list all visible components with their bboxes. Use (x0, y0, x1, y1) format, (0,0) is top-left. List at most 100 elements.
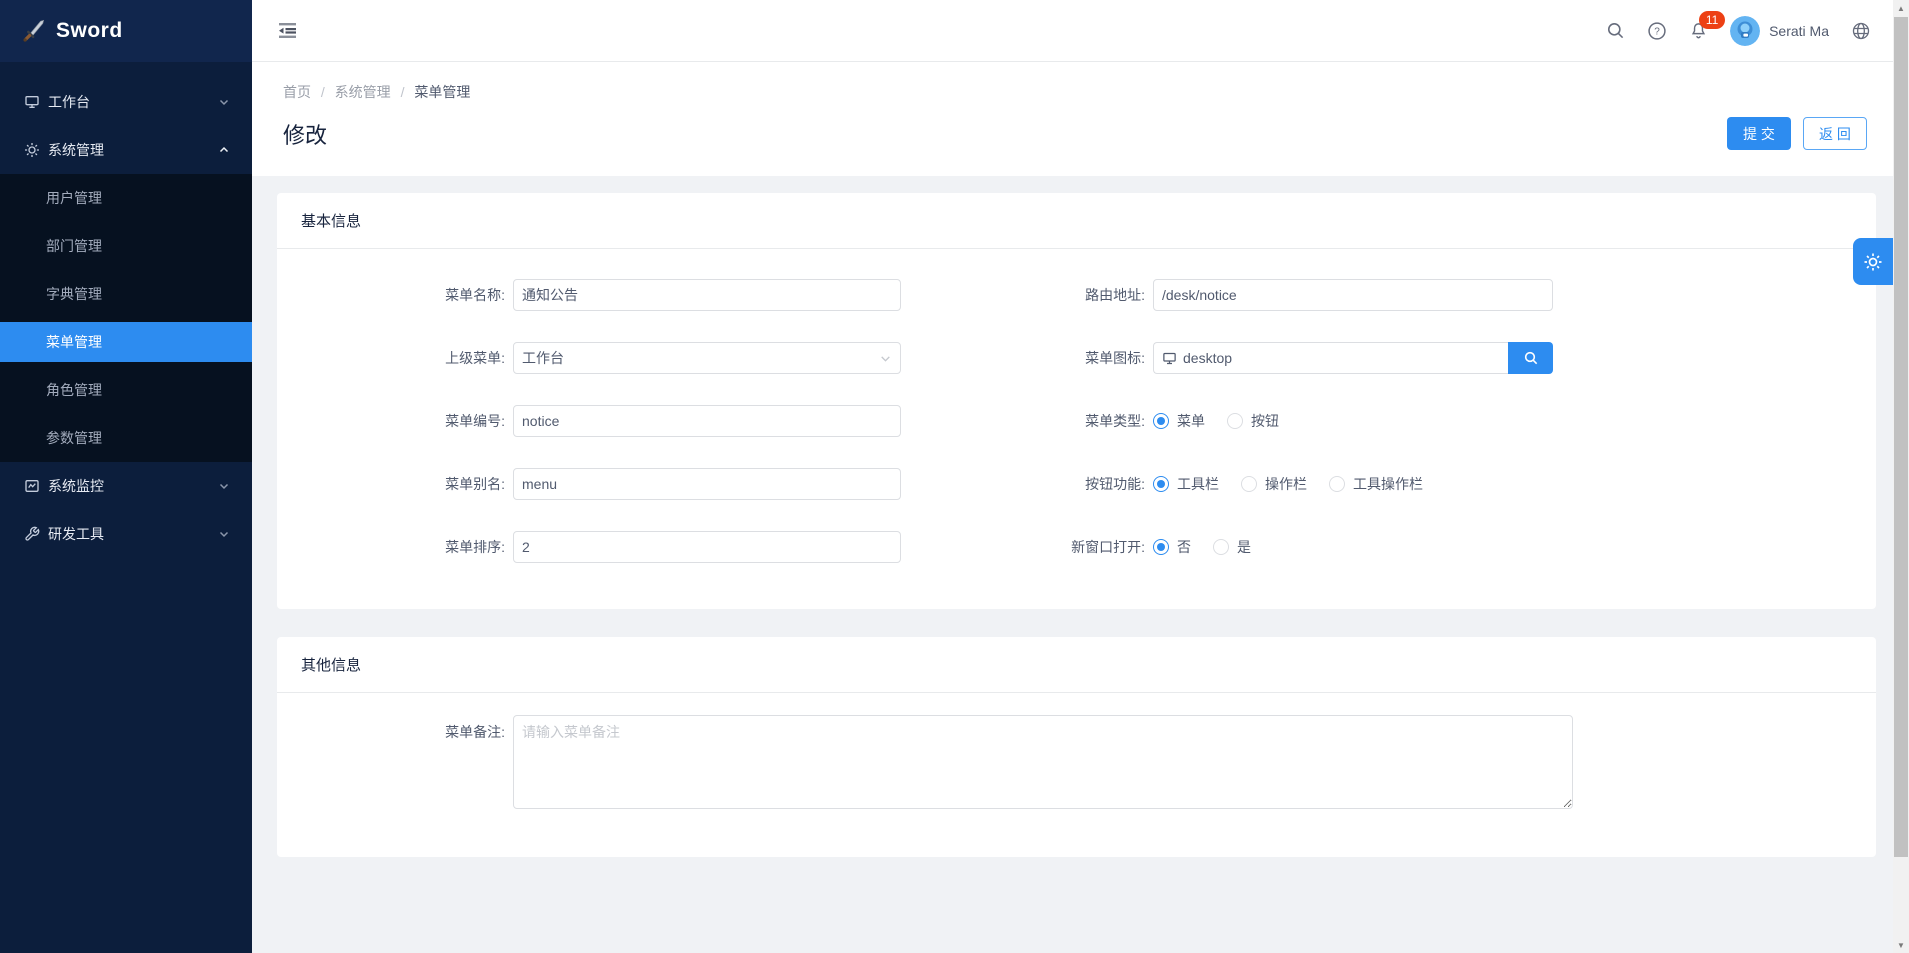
back-button[interactable]: 返 回 (1803, 117, 1867, 150)
page-head: 首页 / 系统管理 / 菜单管理 修改 提 交 返 回 (252, 62, 1893, 176)
sword-logo-icon (20, 18, 46, 44)
breadcrumb-home[interactable]: 首页 (283, 84, 311, 100)
sidebar-item-label: 部门管理 (46, 236, 102, 256)
svg-text:?: ? (1654, 26, 1660, 37)
radio-button[interactable]: 按钮 (1227, 411, 1279, 431)
chevron-down-icon (218, 528, 230, 540)
remark-textarea[interactable] (513, 715, 1573, 809)
radio-icon (1227, 413, 1243, 429)
sidebar-item-system-mgmt[interactable]: 系统管理 (0, 126, 252, 174)
radio-label: 工具栏 (1177, 474, 1219, 494)
brand-logo[interactable]: Sword (0, 0, 252, 62)
desktop-icon (24, 94, 40, 110)
breadcrumb-separator: / (321, 84, 325, 100)
language-globe-icon[interactable] (1851, 21, 1871, 41)
sidebar-item-workbench[interactable]: 工作台 (0, 78, 252, 126)
wrench-icon (24, 526, 40, 542)
menu-icon-value: desktop (1183, 350, 1232, 366)
system-mgmt-submenu: 用户管理 部门管理 字典管理 菜单管理 角色管理 参数管理 (0, 174, 252, 462)
button-func-label: 按钮功能: (901, 474, 1153, 494)
radio-icon (1153, 539, 1169, 555)
menu-code-label: 菜单编号: (301, 411, 513, 431)
theme-settings-button[interactable] (1853, 238, 1893, 285)
avatar (1730, 16, 1760, 46)
sidebar-item-label: 字典管理 (46, 284, 102, 304)
gear-icon (24, 142, 40, 158)
menu-icon-label: 菜单图标: (901, 348, 1153, 368)
notification-badge: 11 (1699, 11, 1725, 29)
radio-tool-action-bar[interactable]: 工具操作栏 (1329, 474, 1423, 494)
sidebar-item-dict-mgmt[interactable]: 字典管理 (0, 270, 252, 318)
user-name: Serati Ma (1769, 23, 1829, 39)
sidebar-item-label: 用户管理 (46, 188, 102, 208)
sidebar-item-dev-tools[interactable]: 研发工具 (0, 510, 252, 558)
top-bar: ? 11 Serati Ma (252, 0, 1893, 62)
help-icon[interactable]: ? (1647, 21, 1667, 41)
search-icon[interactable] (1606, 21, 1625, 40)
breadcrumb-separator: / (401, 84, 405, 100)
parent-menu-value: 工作台 (522, 348, 564, 368)
route-label: 路由地址: (901, 285, 1153, 305)
scrollbar-thumb[interactable] (1894, 17, 1908, 857)
sidebar-item-user-mgmt[interactable]: 用户管理 (0, 174, 252, 222)
scrollbar[interactable]: ▲ ▼ (1893, 0, 1909, 953)
menu-icon-field: desktop (1153, 342, 1553, 374)
page-title: 修改 (283, 118, 327, 150)
basic-info-card: 基本信息 菜单名称: 路由地址: 上级菜单: 工作台 (277, 193, 1876, 609)
new-window-radio-group: 否 是 (1153, 537, 1273, 557)
sidebar-item-dept-mgmt[interactable]: 部门管理 (0, 222, 252, 270)
breadcrumb-menu-mgmt: 菜单管理 (414, 84, 470, 100)
breadcrumb: 首页 / 系统管理 / 菜单管理 (283, 82, 1867, 102)
page-content: 基本信息 菜单名称: 路由地址: 上级菜单: 工作台 (252, 176, 1893, 857)
user-menu[interactable]: Serati Ma (1730, 16, 1829, 46)
menu-icon-input[interactable]: desktop (1153, 342, 1508, 374)
menu-alias-input[interactable] (513, 468, 901, 500)
gear-icon (1863, 252, 1883, 272)
radio-icon (1213, 539, 1229, 555)
menu-alias-label: 菜单别名: (301, 474, 513, 494)
radio-icon (1153, 413, 1169, 429)
route-input[interactable] (1153, 279, 1553, 311)
breadcrumb-system-mgmt[interactable]: 系统管理 (335, 84, 391, 100)
parent-menu-label: 上级菜单: (301, 348, 513, 368)
sidebar-item-menu-mgmt[interactable]: 菜单管理 (0, 322, 252, 362)
radio-toolbar[interactable]: 工具栏 (1153, 474, 1219, 494)
radio-label: 菜单 (1177, 411, 1205, 431)
desktop-icon (1162, 351, 1177, 366)
sidebar-item-system-monitor[interactable]: 系统监控 (0, 462, 252, 510)
sidebar-item-role-mgmt[interactable]: 角色管理 (0, 366, 252, 414)
scroll-up-arrow[interactable]: ▲ (1893, 0, 1909, 16)
radio-menu[interactable]: 菜单 (1153, 411, 1205, 431)
menu-code-input[interactable] (513, 405, 901, 437)
remark-label: 菜单备注: (301, 715, 513, 809)
radio-yes[interactable]: 是 (1213, 537, 1251, 557)
radio-icon (1329, 476, 1345, 492)
menu-name-label: 菜单名称: (301, 285, 513, 305)
sidebar-item-label: 工作台 (48, 92, 90, 112)
scroll-down-arrow[interactable]: ▼ (1893, 937, 1909, 953)
sidebar-item-param-mgmt[interactable]: 参数管理 (0, 414, 252, 462)
icon-search-button[interactable] (1508, 342, 1553, 374)
radio-icon (1241, 476, 1257, 492)
menu-name-input[interactable] (513, 279, 901, 311)
other-info-card: 其他信息 菜单备注: (277, 637, 1876, 857)
menu-type-radio-group: 菜单 按钮 (1153, 411, 1301, 431)
radio-label: 否 (1177, 537, 1191, 557)
sidebar-collapse-icon[interactable] (277, 22, 298, 39)
page-actions: 提 交 返 回 (1727, 117, 1867, 150)
menu-sort-input[interactable] (513, 531, 901, 563)
submit-button[interactable]: 提 交 (1727, 117, 1791, 150)
radio-icon (1153, 476, 1169, 492)
radio-label: 是 (1237, 537, 1251, 557)
parent-menu-select[interactable]: 工作台 (513, 342, 901, 374)
monitor-chart-icon (24, 478, 40, 494)
radio-label: 按钮 (1251, 411, 1279, 431)
other-info-title: 其他信息 (277, 637, 1876, 693)
radio-action-bar[interactable]: 操作栏 (1241, 474, 1307, 494)
brand-name: Sword (56, 19, 123, 43)
sidebar-item-label: 系统监控 (48, 476, 104, 496)
notifications-bell[interactable]: 11 (1689, 21, 1708, 41)
radio-no[interactable]: 否 (1153, 537, 1191, 557)
top-bar-right: ? 11 Serati Ma (1606, 16, 1871, 46)
sidebar: Sword 工作台 系统管理 用户管理 部门管理 字典管理 菜单管理 (0, 0, 252, 953)
